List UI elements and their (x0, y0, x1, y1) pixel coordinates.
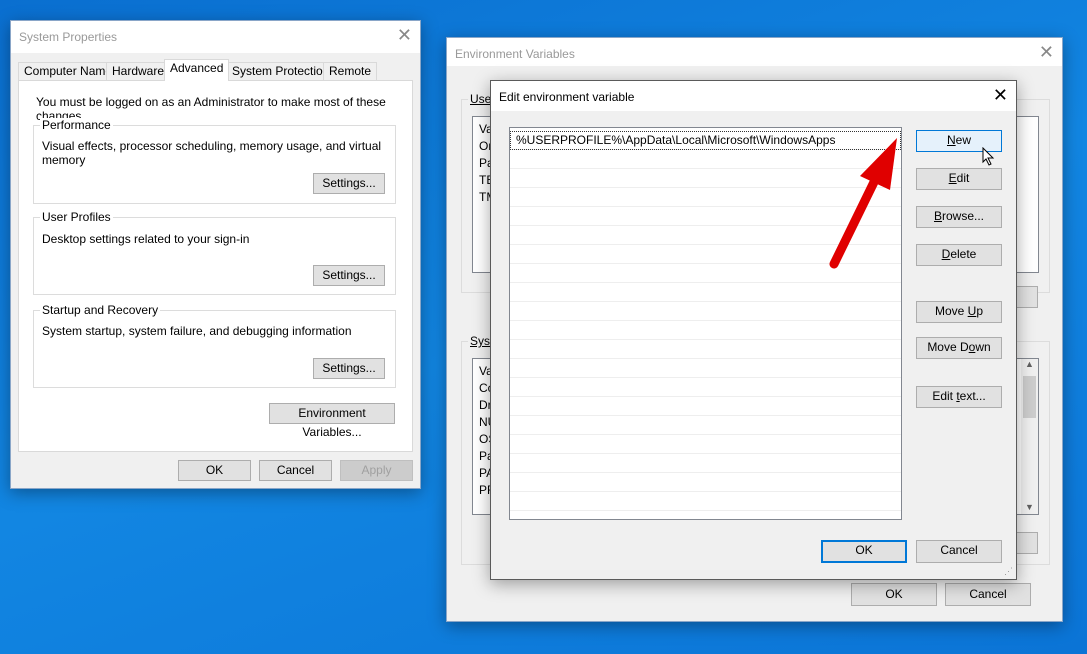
tab-hardware[interactable]: Hardware (106, 62, 171, 80)
group-description: System startup, system failure, and debu… (42, 324, 352, 338)
list-item[interactable]: %USERPROFILE%\AppData\Local\Microsoft\Wi… (510, 131, 901, 150)
delete-button[interactable]: Delete (916, 244, 1002, 266)
list-item[interactable] (510, 226, 901, 245)
scroll-down-icon[interactable]: ▼ (1025, 502, 1034, 512)
list-item[interactable] (510, 264, 901, 283)
list-item[interactable] (510, 454, 901, 473)
cancel-button[interactable]: Cancel (916, 540, 1002, 563)
title-bar: Environment Variables ✕ (447, 38, 1062, 66)
environment-variables-button[interactable]: Environment Variables... (269, 403, 395, 439)
edit-environment-variable-dialog: Edit environment variable ✕ %USERPROFILE… (490, 80, 1017, 580)
performance-group: Performance Visual effects, processor sc… (33, 118, 396, 204)
startup-recovery-group: Startup and Recovery System startup, sys… (33, 303, 396, 388)
window-title: Environment Variables (455, 47, 575, 61)
title-bar: Edit environment variable ✕ (491, 81, 1016, 111)
tab-computer-name[interactable]: Computer Name (18, 62, 119, 80)
list-item[interactable] (510, 359, 901, 378)
browse-button[interactable]: Browse... (916, 206, 1002, 228)
list-item[interactable] (510, 169, 901, 188)
list-item[interactable] (510, 340, 901, 359)
user-profiles-group: User Profiles Desktop settings related t… (33, 210, 396, 295)
group-label: Performance (40, 118, 113, 132)
cancel-button[interactable]: Cancel (945, 583, 1031, 606)
scrollbar-thumb[interactable] (1023, 376, 1036, 418)
tab-remote[interactable]: Remote (323, 62, 378, 80)
list-item[interactable] (510, 302, 901, 321)
ok-button[interactable]: OK (178, 460, 251, 481)
tab-advanced[interactable]: Advanced (164, 59, 230, 81)
list-item[interactable] (510, 321, 901, 340)
close-icon[interactable]: ✕ (993, 85, 1008, 106)
list-item[interactable] (510, 473, 901, 492)
user-button-partial[interactable] (1016, 286, 1038, 308)
new-button[interactable]: New (916, 130, 1002, 152)
ok-button[interactable]: OK (851, 583, 937, 606)
list-item[interactable] (510, 492, 901, 511)
system-properties-window: System Properties ✕ Computer Name Hardwa… (10, 20, 421, 489)
startup-settings-button[interactable]: Settings... (313, 358, 385, 379)
close-icon[interactable]: ✕ (1039, 42, 1054, 63)
cancel-button[interactable]: Cancel (259, 460, 332, 481)
list-item[interactable] (510, 378, 901, 397)
user-profiles-settings-button[interactable]: Settings... (313, 265, 385, 286)
list-item[interactable] (510, 245, 901, 264)
move-down-button[interactable]: Move Down (916, 337, 1002, 359)
list-item[interactable] (510, 283, 901, 302)
edit-button[interactable]: Edit (916, 168, 1002, 190)
list-item[interactable] (510, 397, 901, 416)
group-description: Desktop settings related to your sign-in (42, 232, 250, 246)
move-up-button[interactable]: Move Up (916, 301, 1002, 323)
resize-grip-icon[interactable]: ⋰ (1004, 566, 1013, 577)
list-item[interactable] (510, 150, 901, 169)
performance-settings-button[interactable]: Settings... (313, 173, 385, 194)
path-entries-list[interactable]: %USERPROFILE%\AppData\Local\Microsoft\Wi… (509, 127, 902, 520)
scrollbar[interactable]: ▲ ▼ (1021, 359, 1038, 514)
list-item[interactable] (510, 416, 901, 435)
group-description: Visual effects, processor scheduling, me… (42, 139, 382, 167)
group-label: Startup and Recovery (40, 303, 161, 317)
edit-text-button[interactable]: Edit text... (916, 386, 1002, 408)
tab-system-protection[interactable]: System Protection (226, 62, 336, 80)
tab-panel: You must be logged on as an Administrato… (18, 80, 413, 452)
close-icon[interactable]: ✕ (397, 25, 412, 46)
group-label: User Profiles (40, 210, 113, 224)
list-item[interactable] (510, 207, 901, 226)
list-item[interactable] (510, 188, 901, 207)
system-button-partial[interactable] (1016, 532, 1038, 554)
window-title: Edit environment variable (499, 90, 635, 104)
list-item[interactable] (510, 435, 901, 454)
title-bar: System Properties ✕ (11, 21, 420, 53)
window-title: System Properties (19, 30, 118, 44)
ok-button[interactable]: OK (821, 540, 907, 563)
scroll-up-icon[interactable]: ▲ (1021, 359, 1038, 369)
apply-button[interactable]: Apply (340, 460, 413, 481)
